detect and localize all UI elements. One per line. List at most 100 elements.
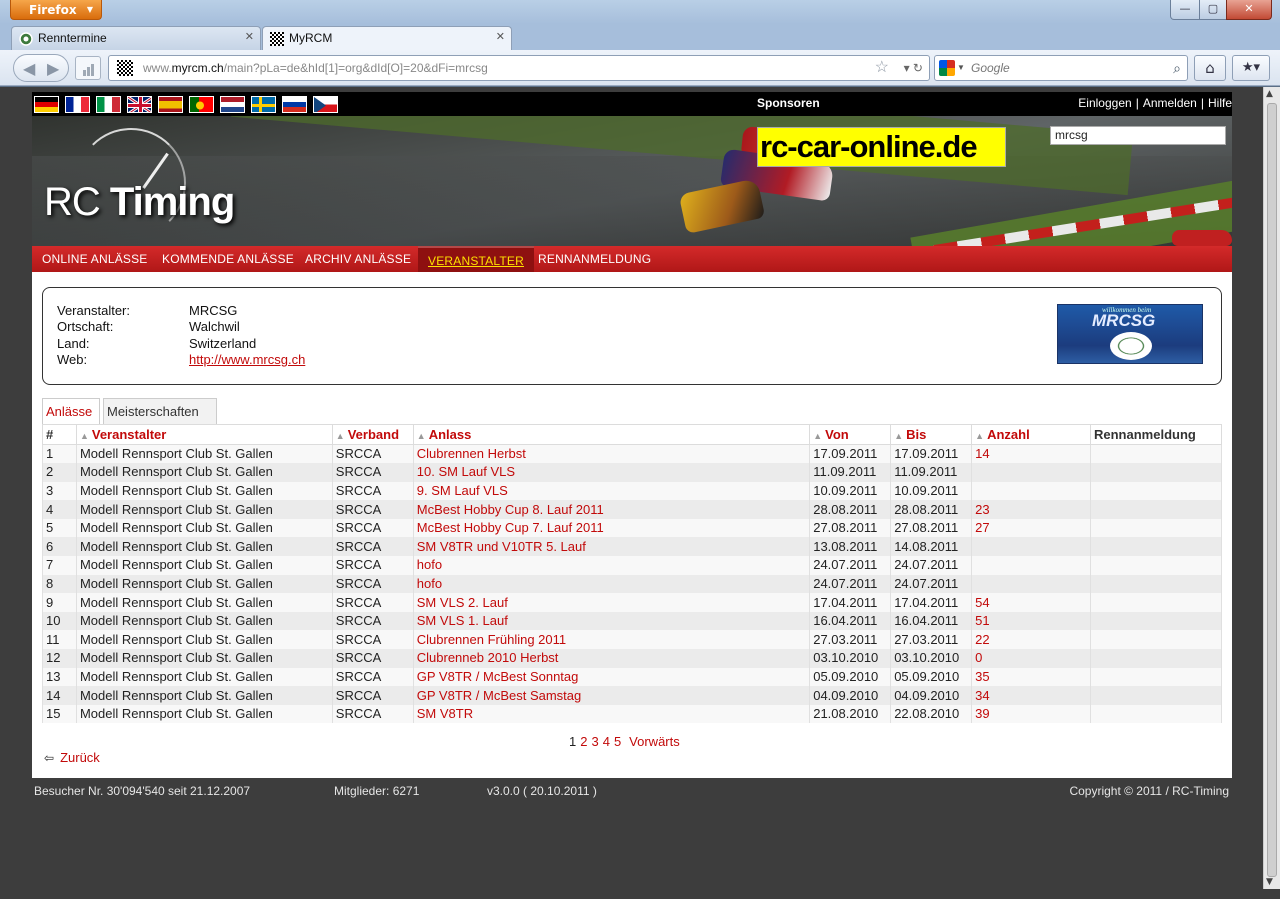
sort-arrow-icon[interactable]: ▲ (894, 431, 903, 441)
sponsor-ad-banner[interactable]: rc-car-online.de (757, 127, 1006, 167)
col-header-verband[interactable]: ▲ Verband (331, 424, 414, 445)
address-bar[interactable]: www.myrcm.ch/main?pLa=de&hId[1]=org&dId[… (108, 55, 930, 81)
row-event[interactable]: Clubrenneb 2010 Herbst (412, 649, 811, 668)
version-info: v3.0.0 ( 20.10.2011 ) (487, 784, 597, 798)
login-link[interactable]: Einloggen (1078, 96, 1131, 110)
bookmarks-button[interactable]: ★▾ (1232, 55, 1270, 81)
checkered-flag-icon (270, 32, 284, 46)
row-organizer: Modell Rennsport Club St. Gallen (75, 630, 333, 650)
italian-flag[interactable] (96, 96, 121, 113)
sort-arrow-icon[interactable]: ▲ (975, 431, 984, 441)
firefox-menu-button[interactable]: Firefox ▼ (10, 0, 102, 20)
scroll-up-icon[interactable]: ▲ (1266, 89, 1273, 99)
page-link[interactable]: 4 (603, 734, 610, 749)
menu-rennanmeldung[interactable]: RENNANMELDUNG (538, 246, 651, 272)
col-header-von[interactable]: ▲ Von (809, 424, 892, 445)
chevron-down-icon[interactable]: ▼ (957, 56, 965, 80)
close-window-button[interactable]: ✕ (1226, 0, 1272, 20)
row-count[interactable]: 22 (971, 630, 1091, 650)
german-flag[interactable] (34, 96, 59, 113)
register-link[interactable]: Anmelden (1143, 96, 1197, 110)
row-count[interactable]: 51 (971, 611, 1091, 631)
row-count[interactable]: 0 (971, 649, 1091, 668)
uk-flag[interactable] (127, 96, 152, 113)
dutch-flag[interactable] (220, 96, 245, 113)
row-count[interactable]: 23 (971, 500, 1091, 519)
col-header-bis[interactable]: ▲ Bis (890, 424, 973, 445)
row-event[interactable]: McBest Hobby Cup 7. Lauf 2011 (412, 518, 811, 538)
row-count[interactable]: 39 (971, 704, 1091, 724)
row-count[interactable]: 14 (971, 444, 1091, 464)
row-count[interactable]: 27 (971, 518, 1091, 538)
tab-myrcm[interactable]: MyRCM ✕ (262, 26, 512, 50)
forward-arrow-icon[interactable]: ▶ (47, 59, 59, 78)
scroll-down-icon[interactable]: ▼ (1266, 877, 1273, 887)
sort-arrow-icon[interactable]: ▲ (80, 431, 89, 441)
row-date-from: 11.09.2011 (809, 463, 892, 482)
help-link[interactable]: Hilfe (1208, 96, 1232, 110)
french-flag[interactable] (65, 96, 90, 113)
swedish-flag[interactable] (251, 96, 276, 113)
row-event[interactable]: GP V8TR / McBest Sonntag (412, 667, 811, 687)
page-link[interactable]: 3 (591, 734, 598, 749)
row-event[interactable]: hofo (412, 574, 811, 594)
sort-arrow-icon[interactable]: ▲ (417, 431, 426, 441)
tab-renntermine[interactable]: Renntermine ✕ (11, 26, 261, 50)
row-event[interactable]: SM VLS 2. Lauf (412, 593, 811, 612)
sort-arrow-icon[interactable]: ▲ (813, 431, 822, 441)
close-tab-icon[interactable]: ✕ (245, 30, 254, 43)
close-tab-icon[interactable]: ✕ (496, 30, 505, 43)
tab-meisterschaften[interactable]: Meisterschaften (103, 398, 217, 424)
row-event[interactable]: 9. SM Lauf VLS (412, 481, 811, 501)
reload-icon[interactable]: ▾ ↻ (904, 56, 923, 80)
col-header-anzahl[interactable]: ▲ Anzahl (971, 424, 1091, 445)
search-icon[interactable]: ⌕ (1173, 56, 1181, 80)
search-engine-box[interactable]: ▼ Google ⌕ (934, 55, 1188, 81)
russian-flag[interactable] (282, 96, 307, 113)
row-event[interactable]: SM V8TR und V10TR 5. Lauf (412, 537, 811, 557)
signal-icon[interactable] (75, 56, 101, 80)
row-event[interactable]: 10. SM Lauf VLS (412, 463, 811, 482)
menu-archiv-anlaesse[interactable]: ARCHIV ANLÄSSE (305, 246, 411, 272)
czech-flag[interactable] (313, 96, 338, 113)
portuguese-flag[interactable] (189, 96, 214, 113)
page-link[interactable]: 5 (614, 734, 621, 749)
rc-timing-logo[interactable]: RC Timing (44, 180, 235, 225)
row-event[interactable]: McBest Hobby Cup 8. Lauf 2011 (412, 500, 811, 519)
row-event[interactable]: SM VLS 1. Lauf (412, 611, 811, 631)
row-event[interactable]: GP V8TR / McBest Samstag (412, 686, 811, 705)
sponsors-link[interactable]: Sponsoren (757, 96, 820, 110)
row-organizer: Modell Rennsport Club St. Gallen (75, 444, 333, 464)
back-link[interactable]: ⇦ Zurück (44, 750, 100, 765)
sort-arrow-icon[interactable]: ▲ (336, 431, 345, 441)
row-event[interactable]: Clubrennen Frühling 2011 (412, 630, 811, 650)
page-link[interactable]: 2 (580, 734, 587, 749)
page-current: 1 (569, 734, 577, 749)
row-event[interactable]: hofo (412, 556, 811, 575)
row-count[interactable]: 34 (971, 686, 1091, 705)
row-event[interactable]: SM V8TR (412, 704, 811, 724)
tab-anlaesse[interactable]: Anlässe (42, 398, 100, 424)
menu-veranstalter[interactable]: VERANSTALTER (418, 246, 534, 272)
scrollbar-thumb[interactable] (1267, 103, 1277, 877)
row-event[interactable]: Clubrennen Herbst (412, 444, 811, 464)
minimize-button[interactable]: — (1170, 0, 1200, 20)
vertical-scrollbar[interactable]: ▲ ▼ (1263, 87, 1280, 889)
bookmark-star-icon[interactable]: ☆ (875, 56, 889, 80)
col-header-anlass[interactable]: ▲ Anlass (412, 424, 811, 445)
row-number: 3 (42, 481, 77, 501)
next-page-link[interactable]: Vorwärts (629, 734, 680, 749)
row-registration (1090, 630, 1222, 650)
menu-online-anlaesse[interactable]: ONLINE ANLÄSSE (42, 246, 148, 272)
menu-kommende-anlaesse[interactable]: KOMMENDE ANLÄSSE (162, 246, 294, 272)
home-button[interactable]: ⌂ (1194, 55, 1226, 81)
back-forward-buttons[interactable]: ◀ ▶ (13, 54, 69, 82)
site-search-input[interactable]: mrcsg (1050, 126, 1226, 145)
row-count[interactable]: 54 (971, 593, 1091, 612)
organizer-website-link[interactable]: http://www.mrcsg.ch (189, 352, 305, 367)
spanish-flag[interactable] (158, 96, 183, 113)
row-count[interactable]: 35 (971, 667, 1091, 687)
col-header-veranstalter[interactable]: ▲ Veranstalter (75, 424, 333, 445)
maximize-button[interactable]: ▢ (1199, 0, 1227, 20)
back-arrow-icon[interactable]: ◀ (23, 59, 35, 78)
